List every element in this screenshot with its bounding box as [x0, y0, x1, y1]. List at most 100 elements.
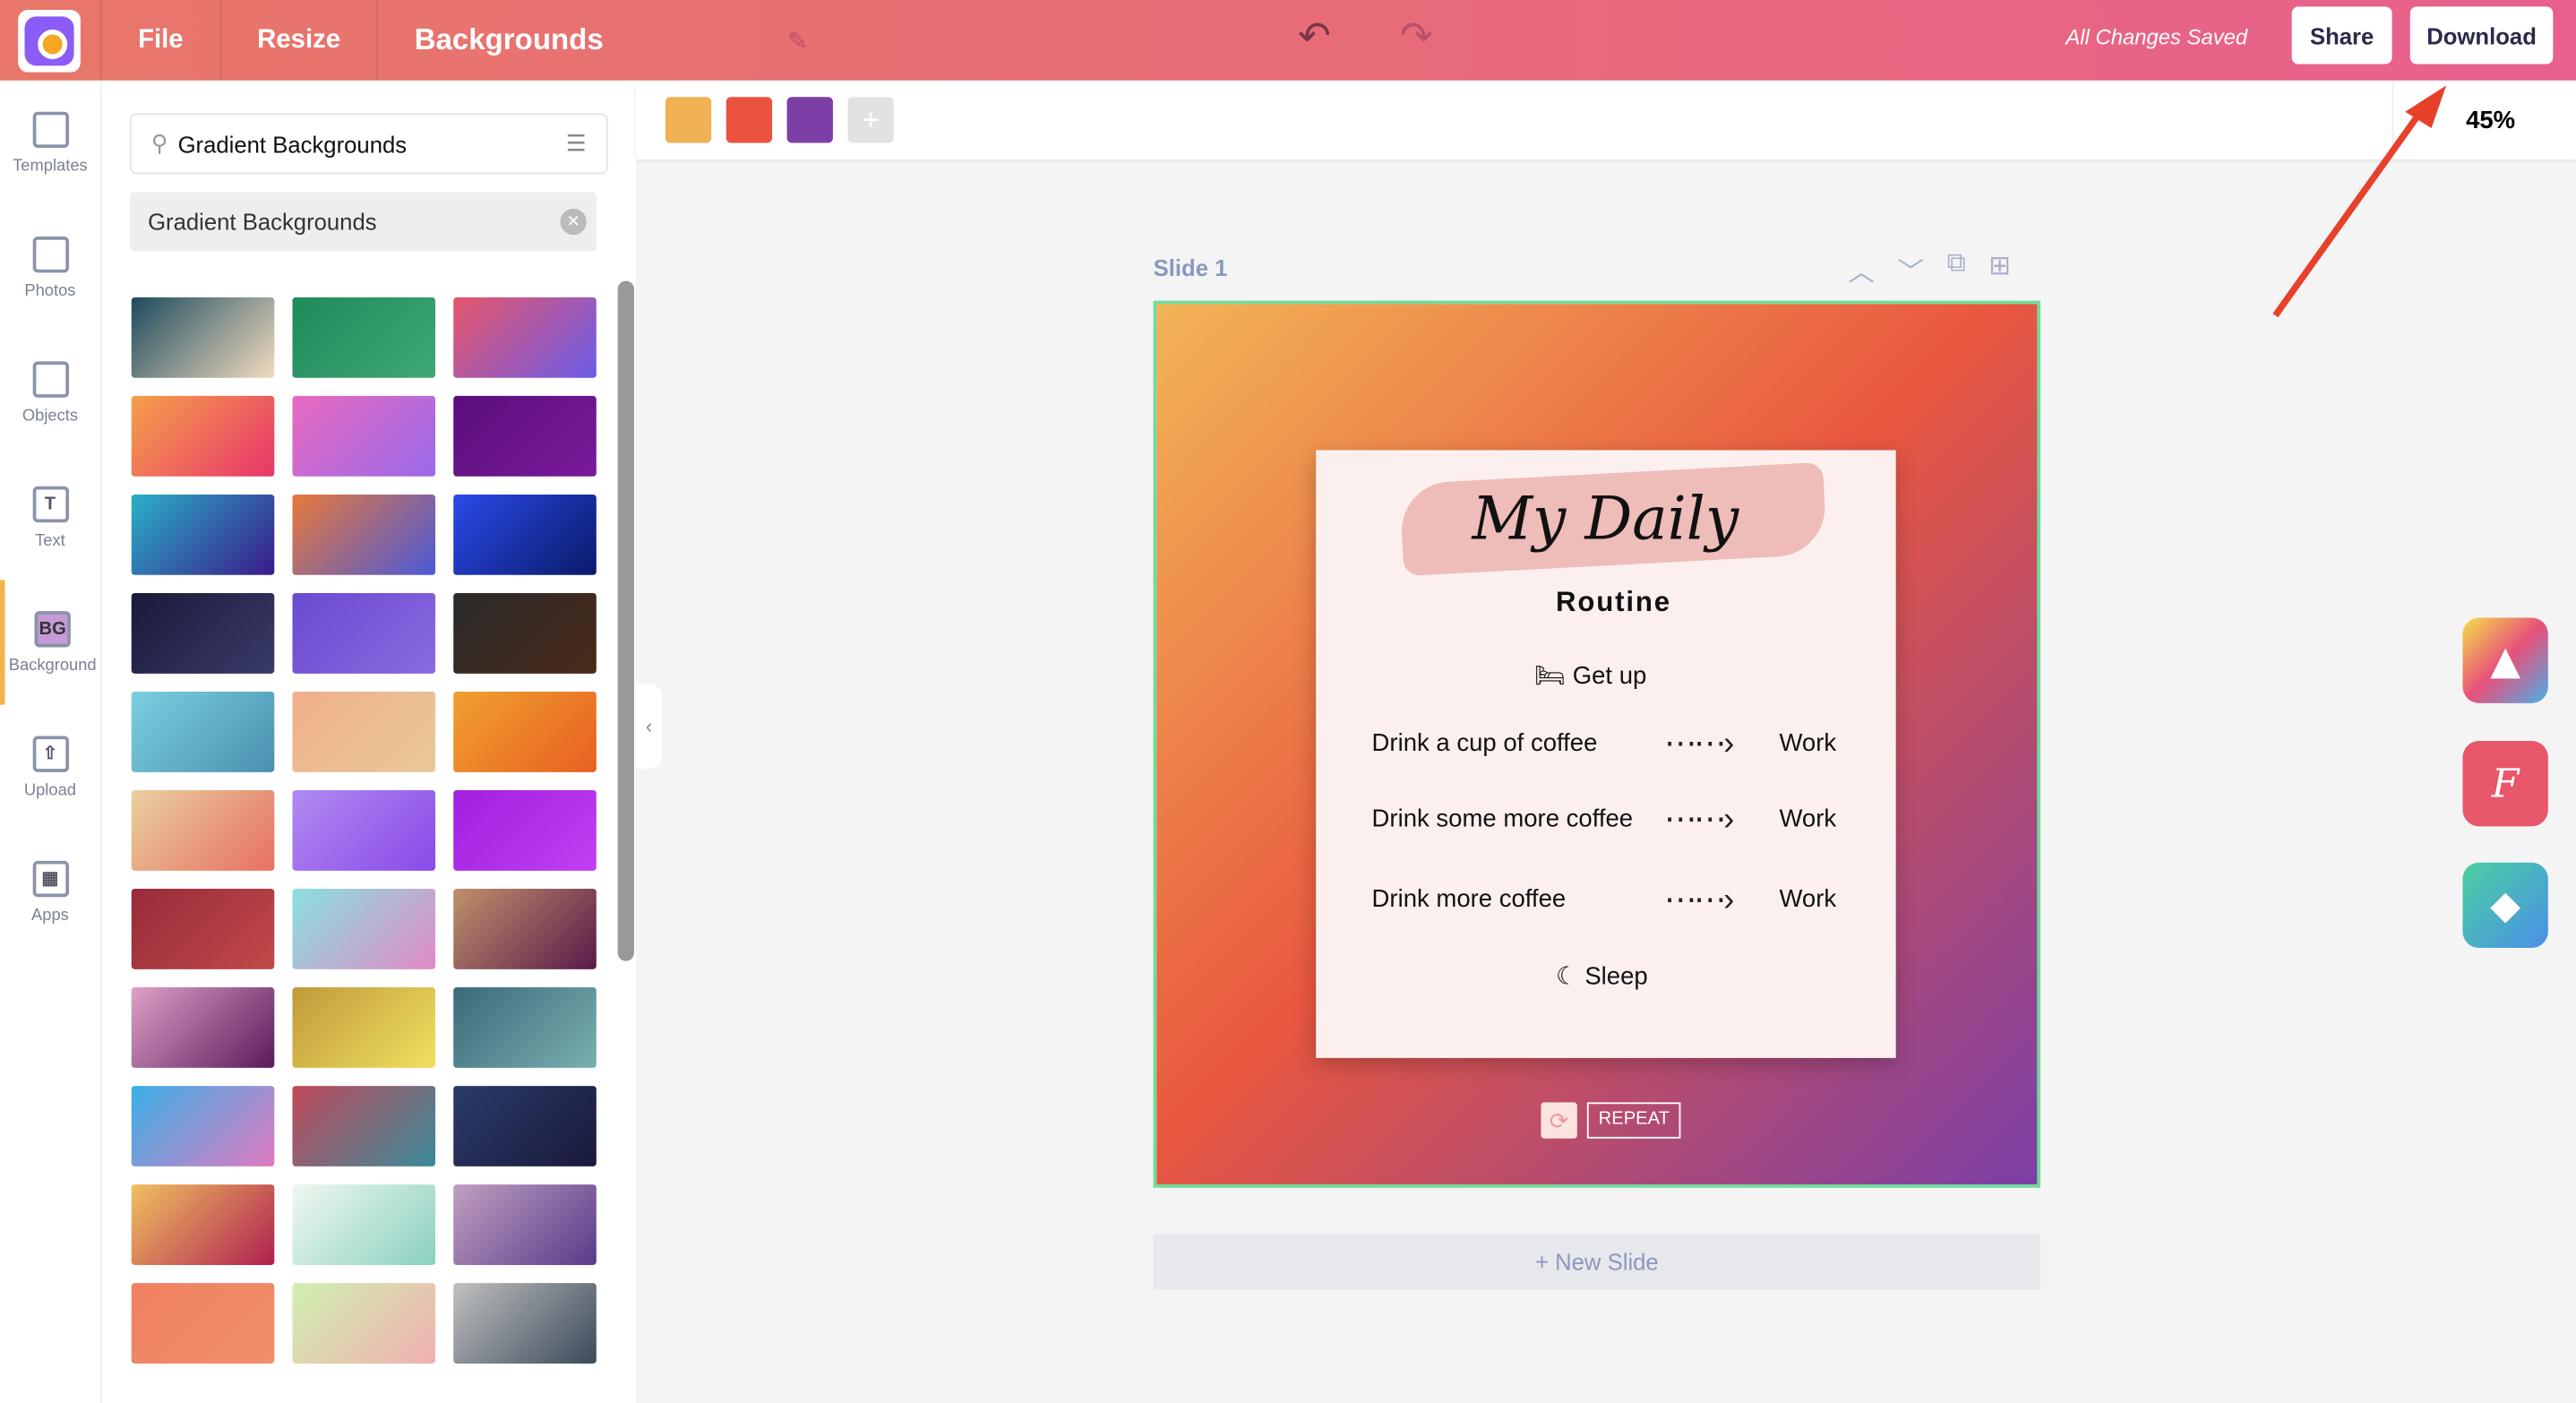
fonts-app-button[interactable]: F — [2462, 740, 2548, 827]
collapse-panel-button[interactable]: ‹ — [635, 683, 663, 770]
gradient-swatch[interactable] — [292, 790, 436, 871]
panel-scrollbar[interactable] — [617, 280, 635, 961]
gradient-swatch[interactable] — [292, 494, 436, 575]
sidebar-item-apps[interactable]: ▦ Apps — [0, 830, 100, 954]
backgrounds-panel: ⚲ Gradient Backgrounds ☰ Gradient Backgrou… — [101, 80, 636, 1403]
color-swatch-1[interactable] — [665, 97, 712, 143]
gradient-swatch[interactable] — [292, 987, 436, 1068]
document-title[interactable]: Backgrounds — [376, 0, 640, 81]
gradient-swatch[interactable] — [131, 889, 275, 969]
color-swatch-3[interactable] — [786, 97, 833, 143]
sidebar-item-label: Apps — [31, 906, 69, 925]
routine-item[interactable]: Drink some more coffee — [1372, 805, 1634, 833]
gradient-swatch[interactable] — [292, 1184, 436, 1265]
gradient-swatch[interactable] — [453, 297, 597, 378]
magic-app-button[interactable]: ▲ — [2462, 617, 2548, 703]
undo-icon[interactable]: ↶ — [1298, 13, 1331, 61]
search-icon: ⚲ — [150, 129, 168, 157]
gradient-swatch[interactable] — [292, 1283, 436, 1364]
gradient-swatch[interactable] — [453, 889, 597, 969]
sleep-text[interactable]: Sleep — [1584, 963, 1647, 991]
gradient-swatch[interactable] — [131, 790, 275, 871]
chip-label: Gradient Backgrounds — [148, 208, 377, 236]
search-input[interactable]: ⚲ Gradient Backgrounds ☰ — [129, 113, 608, 175]
bed-icon: 🛏 — [1534, 661, 1567, 691]
sidebar-item-label: Upload — [23, 780, 77, 800]
routine-result[interactable]: Work — [1779, 805, 1836, 833]
slide-canvas[interactable]: My Daily Routine 🛏 Get up Drink a cup of… — [1153, 300, 2041, 1188]
routine-card[interactable]: My Daily Routine 🛏 Get up Drink a cup of… — [1316, 450, 1896, 1058]
routine-result[interactable]: Work — [1779, 729, 1836, 757]
gradient-swatch[interactable] — [453, 1086, 597, 1166]
filter-chip[interactable]: Gradient Backgrounds ✕ — [129, 192, 597, 252]
slide-subtitle[interactable]: Routine — [1556, 587, 1671, 620]
gradient-swatch[interactable] — [131, 1283, 275, 1364]
gradient-swatch[interactable] — [131, 395, 275, 477]
sidebar-item-label: Photos — [24, 281, 76, 300]
routine-item[interactable]: Drink more coffee — [1372, 885, 1567, 913]
zoom-level: 45% — [2466, 106, 2516, 134]
gradient-swatch[interactable] — [453, 691, 597, 772]
gradient-swatch[interactable] — [131, 987, 275, 1068]
save-status: All Changes Saved — [2065, 24, 2248, 50]
gradient-swatch[interactable] — [292, 691, 436, 772]
routine-result[interactable]: Work — [1779, 885, 1836, 913]
filter-icon[interactable]: ☰ — [566, 130, 587, 158]
gradient-swatch[interactable] — [131, 494, 275, 575]
gradient-swatch[interactable] — [131, 1086, 275, 1166]
gradient-swatch[interactable] — [453, 790, 597, 871]
add-color-button[interactable]: + — [847, 97, 894, 143]
sidebar-item-templates[interactable]: Templates — [0, 81, 100, 205]
sidebar-item-photos[interactable]: Photos — [0, 205, 100, 330]
new-slide-button[interactable]: + New Slide — [1153, 1234, 2041, 1290]
pencil-icon[interactable]: ✎ — [787, 25, 808, 55]
gradient-swatch[interactable] — [453, 1184, 597, 1265]
move-up-icon[interactable]: ︿ — [1848, 250, 1874, 289]
sidebar-item-objects[interactable]: Objects — [0, 331, 100, 455]
gradient-swatch[interactable] — [292, 1086, 436, 1166]
share-button[interactable]: Share — [2291, 6, 2392, 65]
gradient-swatch[interactable] — [453, 987, 597, 1068]
cup-icon — [31, 360, 69, 397]
slide-title[interactable]: My Daily — [1472, 486, 1739, 554]
sidebar-item-label: Templates — [13, 157, 88, 176]
duplicate-icon[interactable]: ⧉ — [1947, 250, 1966, 289]
search-value: Gradient Backgrounds — [177, 130, 408, 158]
routine-item[interactable]: Drink a cup of coffee — [1372, 729, 1598, 757]
gradient-swatch[interactable] — [131, 1184, 275, 1265]
gradient-swatch[interactable] — [292, 889, 436, 969]
repeat-label[interactable]: REPEAT — [1586, 1102, 1681, 1139]
gradient-swatch[interactable] — [453, 395, 597, 477]
gradient-swatch[interactable] — [131, 691, 275, 772]
color-swatch-2[interactable] — [726, 97, 773, 143]
bg-icon: BG — [34, 610, 71, 647]
swatch-grid — [131, 297, 597, 1364]
gradient-swatch[interactable] — [453, 494, 597, 575]
gradient-swatch[interactable] — [292, 395, 436, 477]
fill-app-button[interactable]: ◆ — [2462, 862, 2548, 949]
gradient-swatch[interactable] — [292, 297, 436, 378]
menu-file[interactable]: File — [99, 0, 219, 81]
clear-chip-icon[interactable]: ✕ — [560, 208, 587, 236]
upload-icon: ⇧ — [31, 735, 69, 771]
sidebar-item-text[interactable]: T Text — [0, 455, 100, 580]
moon-icon: ☾ — [1555, 962, 1578, 991]
get-up-text[interactable]: Get up — [1573, 662, 1647, 690]
move-down-icon[interactable]: ﹀ — [1898, 250, 1924, 289]
top-bar: File Resize Backgrounds ✎ ↶ ↷ All Change… — [0, 0, 2576, 81]
gradient-swatch[interactable] — [292, 592, 436, 674]
sidebar-item-background[interactable]: BG Background — [0, 580, 100, 705]
sidebar-item-upload[interactable]: ⇧ Upload — [0, 705, 100, 830]
gradient-swatch[interactable] — [131, 297, 275, 378]
app-logo[interactable] — [18, 9, 81, 72]
text-icon: T — [31, 485, 69, 522]
gradient-swatch[interactable] — [453, 592, 597, 674]
redo-icon[interactable]: ↷ — [1400, 13, 1433, 61]
gradient-swatch[interactable] — [453, 1283, 597, 1364]
download-button[interactable]: Download — [2409, 6, 2554, 65]
menu-resize[interactable]: Resize — [219, 0, 377, 81]
dotted-arrow-icon: ⋯⋯› — [1664, 882, 1734, 919]
zoom-control[interactable]: 45% — [2391, 80, 2556, 159]
gradient-swatch[interactable] — [131, 592, 275, 674]
add-slide-icon[interactable]: ⊞ — [1988, 250, 2011, 289]
